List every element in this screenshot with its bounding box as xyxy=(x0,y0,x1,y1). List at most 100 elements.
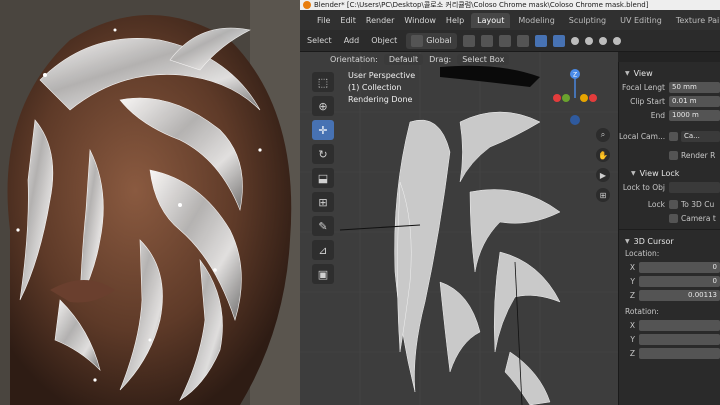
tab-uv-editing[interactable]: UV Editing xyxy=(614,13,668,28)
render-preview-image xyxy=(0,0,300,405)
focal-length-row: Focal Lengt 50 mm xyxy=(619,81,720,94)
3d-cursor-header[interactable]: ▼ 3D Cursor xyxy=(619,234,720,248)
collection-label: (1) Collection xyxy=(348,83,402,92)
shading-material-icon[interactable] xyxy=(598,36,607,45)
local-camera-checkbox[interactable] xyxy=(669,132,678,141)
orientation-dropdown[interactable]: Default xyxy=(383,53,424,65)
rotation-z-field[interactable] xyxy=(639,348,720,359)
viewport-info-overlay: User Perspective (1) Collection Renderin… xyxy=(348,70,415,106)
cursor-x-row: X 0 xyxy=(619,261,720,274)
chrome-mask-render xyxy=(0,0,300,405)
rotate-tool-icon[interactable]: ↻ xyxy=(312,144,334,164)
shading-wireframe-icon[interactable] xyxy=(570,36,579,45)
select-tool-icon[interactable]: ⬚ xyxy=(312,72,334,92)
overlay-toggle-icon[interactable] xyxy=(552,34,565,47)
transform-tool-icon[interactable]: ⊞ xyxy=(312,192,334,212)
drag-dropdown[interactable]: Select Box xyxy=(457,53,510,65)
render-status-label: Rendering Done xyxy=(348,95,413,104)
tool-shelf: ⬚ ⊕ ✛ ↻ ⬓ ⊞ ✎ ⊿ ▣ xyxy=(312,72,334,284)
tab-layout[interactable]: Layout xyxy=(471,12,511,28)
move-tool-icon[interactable]: ✛ xyxy=(312,120,334,140)
window-titlebar: Blender* [C:\Users\PC\Desktop\콜로소 커리큘럼\C… xyxy=(300,0,720,10)
camera-view-icon[interactable]: ▶ xyxy=(596,168,610,182)
menu-edit[interactable]: Edit xyxy=(335,16,361,25)
clip-end-row: End 1000 m xyxy=(619,109,720,122)
clip-end-field[interactable]: 1000 m xyxy=(669,110,720,121)
add-menu[interactable]: Add xyxy=(341,34,363,47)
lock-to-cursor-checkbox[interactable] xyxy=(669,200,678,209)
local-camera-field[interactable]: Ca... xyxy=(681,131,720,142)
menu-file[interactable]: File xyxy=(312,16,335,25)
pivot-icon[interactable] xyxy=(462,34,475,47)
rotation-z-row: Z xyxy=(619,347,720,360)
cursor-z-row: Z 0.00113 xyxy=(619,289,720,302)
cursor-y-row: Y 0 xyxy=(619,275,720,288)
drag-label: Drag: xyxy=(429,54,452,64)
viewport-header: Select Add Object Global xyxy=(300,30,720,52)
object-menu[interactable]: Object xyxy=(368,34,400,47)
rotation-label: Rotation: xyxy=(625,307,659,316)
camera-to-view-checkbox[interactable] xyxy=(669,214,678,223)
tool-settings-bar: Orientation: Default Drag: Select Box xyxy=(300,52,620,66)
grid-view-icon[interactable]: ⊞ xyxy=(596,188,610,202)
chevron-down-icon: ▼ xyxy=(625,69,630,77)
snap-icon[interactable] xyxy=(480,34,493,47)
proportional-edit-icon[interactable] xyxy=(498,34,511,47)
cursor-x-field[interactable]: 0 xyxy=(639,262,720,273)
pan-hand-icon[interactable]: ✋ xyxy=(596,148,610,162)
cursor-z-field[interactable]: 0.00113 xyxy=(639,290,720,301)
cursor-tool-icon[interactable]: ⊕ xyxy=(312,96,334,116)
lock-to-object-row: Lock to Obj xyxy=(619,181,720,194)
rotation-x-row: X xyxy=(619,319,720,332)
transform-orientation-dropdown[interactable]: Global xyxy=(406,32,457,49)
rotation-y-row: Y xyxy=(619,333,720,346)
gizmo-toggle-icon[interactable] xyxy=(534,34,547,47)
lock-cursor-row: Lock To 3D Cu xyxy=(647,200,715,209)
tab-texture-paint[interactable]: Texture Paint xyxy=(670,13,720,28)
measure-tool-icon[interactable]: ⊿ xyxy=(312,240,334,260)
zoom-icon[interactable]: ⌕ xyxy=(596,128,610,142)
panel-divider xyxy=(619,229,720,230)
shading-solid-icon[interactable] xyxy=(584,36,593,45)
clip-start-row: Clip Start 0.01 m xyxy=(619,95,720,108)
3d-viewport[interactable]: User Perspective (1) Collection Renderin… xyxy=(300,52,618,405)
shading-rendered-icon[interactable] xyxy=(612,36,621,45)
view-perspective-label: User Perspective xyxy=(348,71,416,80)
menu-render[interactable]: Render xyxy=(361,16,399,25)
focal-length-field[interactable]: 50 mm xyxy=(669,82,720,93)
blender-window: Blender* [C:\Users\PC\Desktop\콜로소 커리큘럼\C… xyxy=(300,0,720,405)
render-region-label: Render R xyxy=(681,151,716,160)
annotate-tool-icon[interactable]: ✎ xyxy=(312,216,334,236)
orientation-icon xyxy=(411,34,424,47)
view-lock-header[interactable]: ▼ View Lock xyxy=(619,166,720,180)
clip-start-field[interactable]: 0.01 m xyxy=(669,96,720,107)
rotation-y-field[interactable] xyxy=(639,334,720,345)
select-menu[interactable]: Select xyxy=(304,34,335,47)
menu-help[interactable]: Help xyxy=(441,16,469,25)
transform-orientation-value: Global xyxy=(426,36,452,45)
navigation-gizmo[interactable]: Z xyxy=(550,68,600,128)
camera-to-view-label: Camera t xyxy=(681,214,716,223)
local-camera-row: Local Cam... Ca... xyxy=(619,130,720,143)
scale-tool-icon[interactable]: ⬓ xyxy=(312,168,334,188)
render-region-checkbox[interactable] xyxy=(669,151,678,160)
tab-modeling[interactable]: Modeling xyxy=(512,13,560,28)
cursor-y-field[interactable]: 0 xyxy=(639,276,720,287)
window-title: Blender* [C:\Users\PC\Desktop\콜로소 커리큘럼\C… xyxy=(314,1,649,9)
location-label: Location: xyxy=(625,249,660,258)
to-3d-cursor-label: To 3D Cu xyxy=(681,200,715,209)
chevron-down-icon: ▼ xyxy=(625,237,630,245)
menu-window[interactable]: Window xyxy=(399,16,441,25)
gizmo-z-label: Z xyxy=(573,72,577,79)
render-region-row: Render R xyxy=(619,149,720,162)
top-menubar: File Edit Render Window Help Layout Mode… xyxy=(300,10,720,30)
tab-sculpting[interactable]: Sculpting xyxy=(563,13,612,28)
rotation-x-field[interactable] xyxy=(639,320,720,331)
orientation-label: Orientation: xyxy=(330,54,378,64)
lock-to-object-field[interactable] xyxy=(669,182,720,193)
add-cube-tool-icon[interactable]: ▣ xyxy=(312,264,334,284)
chevron-down-icon: ▼ xyxy=(631,169,636,177)
view-section-header[interactable]: ▼ View xyxy=(619,66,720,80)
viewport-nav-buttons: ⌕ ✋ ▶ ⊞ xyxy=(596,128,610,202)
visibility-icon[interactable] xyxy=(516,34,529,47)
